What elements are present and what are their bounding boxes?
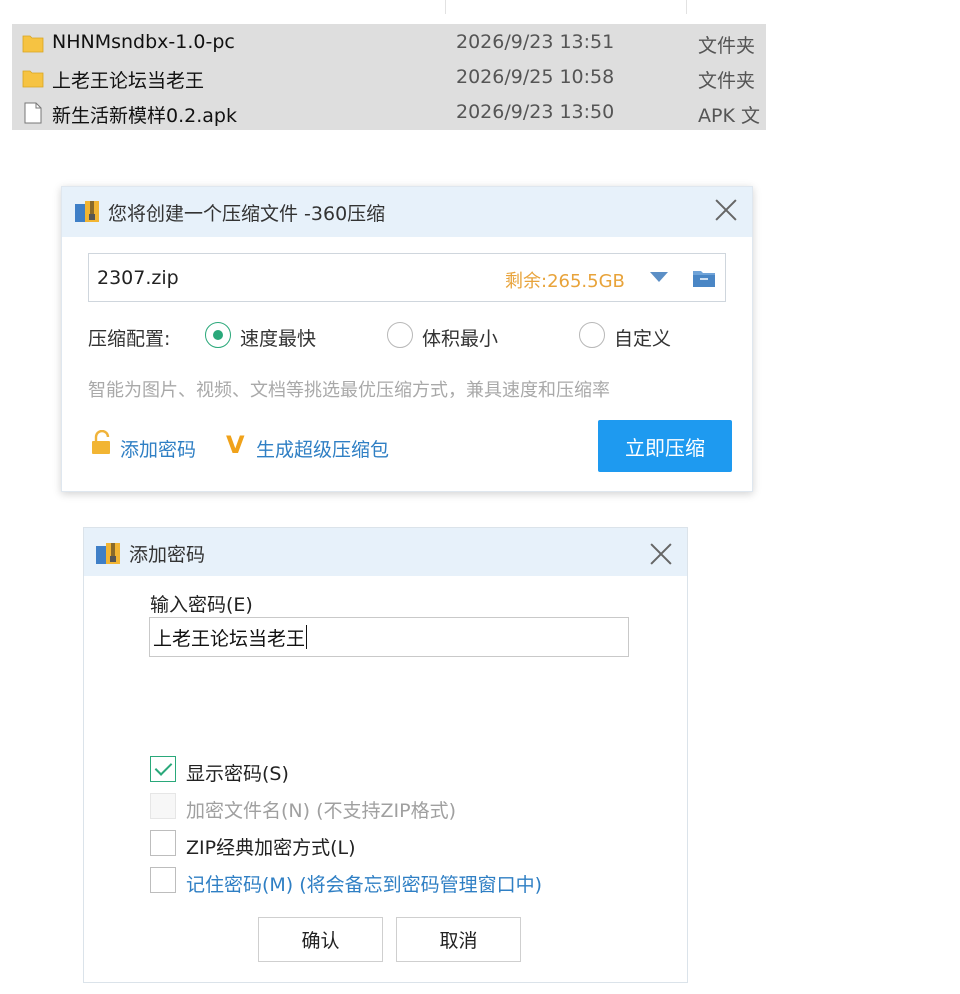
zip-classic-encryption-checkbox[interactable] [150,830,176,856]
file-row[interactable]: NHNMsndbx-1.0-pc 2026/9/23 13:51 文件夹 [12,25,766,60]
close-icon[interactable] [713,197,739,223]
archive-app-icon [75,201,99,222]
close-icon[interactable] [648,541,674,567]
remember-password-checkbox[interactable] [150,867,176,893]
file-name: NHNMsndbx-1.0-pc [52,31,235,53]
add-password-dialog: 添加密码 输入密码(E) 上老王论坛当老王 显示密码(S) 加密文件名(N) (… [83,527,688,983]
radio-label-speed-fastest[interactable]: 速度最快 [240,324,316,351]
radio-label-size-smallest[interactable]: 体积最小 [422,324,498,351]
compress-now-button[interactable]: 立即压缩 [598,420,732,472]
show-password-checkbox[interactable] [150,756,176,782]
column-divider [686,0,687,14]
radio-custom[interactable] [579,322,605,348]
file-type: 文件夹 [698,35,756,57]
super-pack-link[interactable]: 生成超级压缩包 [256,435,389,462]
chevron-down-icon[interactable] [650,272,668,282]
password-input[interactable]: 上老王论坛当老王 [149,617,629,657]
file-type: 文件夹 [698,70,756,92]
folder-icon [22,35,44,53]
file-list: NHNMsndbx-1.0-pc 2026/9/23 13:51 文件夹 上老王… [12,24,766,130]
radio-size-smallest[interactable] [387,322,413,348]
file-row[interactable]: 新生活新模样0.2.apk 2026/9/23 13:50 APK 文 [12,95,766,130]
encrypt-filenames-label: 加密文件名(N) (不支持ZIP格式) [186,800,456,822]
archive-path-field[interactable]: 2307.zip 剩余:265.5GB [88,253,726,302]
radio-label-custom[interactable]: 自定义 [614,324,671,351]
cancel-button[interactable]: 取消 [396,917,521,962]
dialog-title: 您将创建一个压缩文件 -360压缩 [108,203,386,225]
compress-config-label: 压缩配置: [88,328,171,350]
compress-dialog: 您将创建一个压缩文件 -360压缩 2307.zip 剩余:265.5GB 压缩… [61,186,753,492]
encrypt-filenames-checkbox [150,793,176,819]
file-date: 2026/9/25 10:58 [456,66,615,88]
archive-app-icon [96,543,120,564]
radio-speed-fastest[interactable] [205,322,231,348]
dialog-title-bar[interactable]: 您将创建一个压缩文件 -360压缩 [62,187,752,237]
zip-classic-encryption-label[interactable]: ZIP经典加密方式(L) [186,833,356,860]
compress-hint: 智能为图片、视频、文档等挑选最优压缩方式，兼具速度和压缩率 [88,380,610,401]
file-row[interactable]: 上老王论坛当老王 2026/9/25 10:58 文件夹 [12,60,766,95]
lock-icon [92,430,110,454]
free-space-label: 剩余:265.5GB [505,271,625,292]
file-date: 2026/9/23 13:51 [456,31,615,53]
column-divider [445,0,446,14]
file-name: 新生活新模样0.2.apk [52,105,237,127]
password-label: 输入密码(E) [150,594,253,616]
dialog-title: 添加密码 [129,544,206,566]
add-password-link[interactable]: 添加密码 [120,435,196,462]
ok-button[interactable]: 确认 [258,917,383,962]
remember-password-label[interactable]: 记住密码(M) (将会备忘到密码管理窗口中) [186,870,542,897]
file-icon [24,102,42,124]
show-password-label[interactable]: 显示密码(S) [186,759,289,786]
folder-icon [22,70,44,88]
file-date: 2026/9/23 13:50 [456,101,615,123]
browse-folder-icon[interactable] [691,265,717,291]
file-type: APK 文 [698,105,760,127]
super-pack-v-icon: V [226,431,245,459]
password-value: 上老王论坛当老王 [153,627,306,650]
text-caret [306,625,308,649]
file-name: 上老王论坛当老王 [52,70,205,92]
archive-path-input[interactable]: 2307.zip [97,267,179,289]
dialog-title-bar[interactable]: 添加密码 [84,528,687,576]
